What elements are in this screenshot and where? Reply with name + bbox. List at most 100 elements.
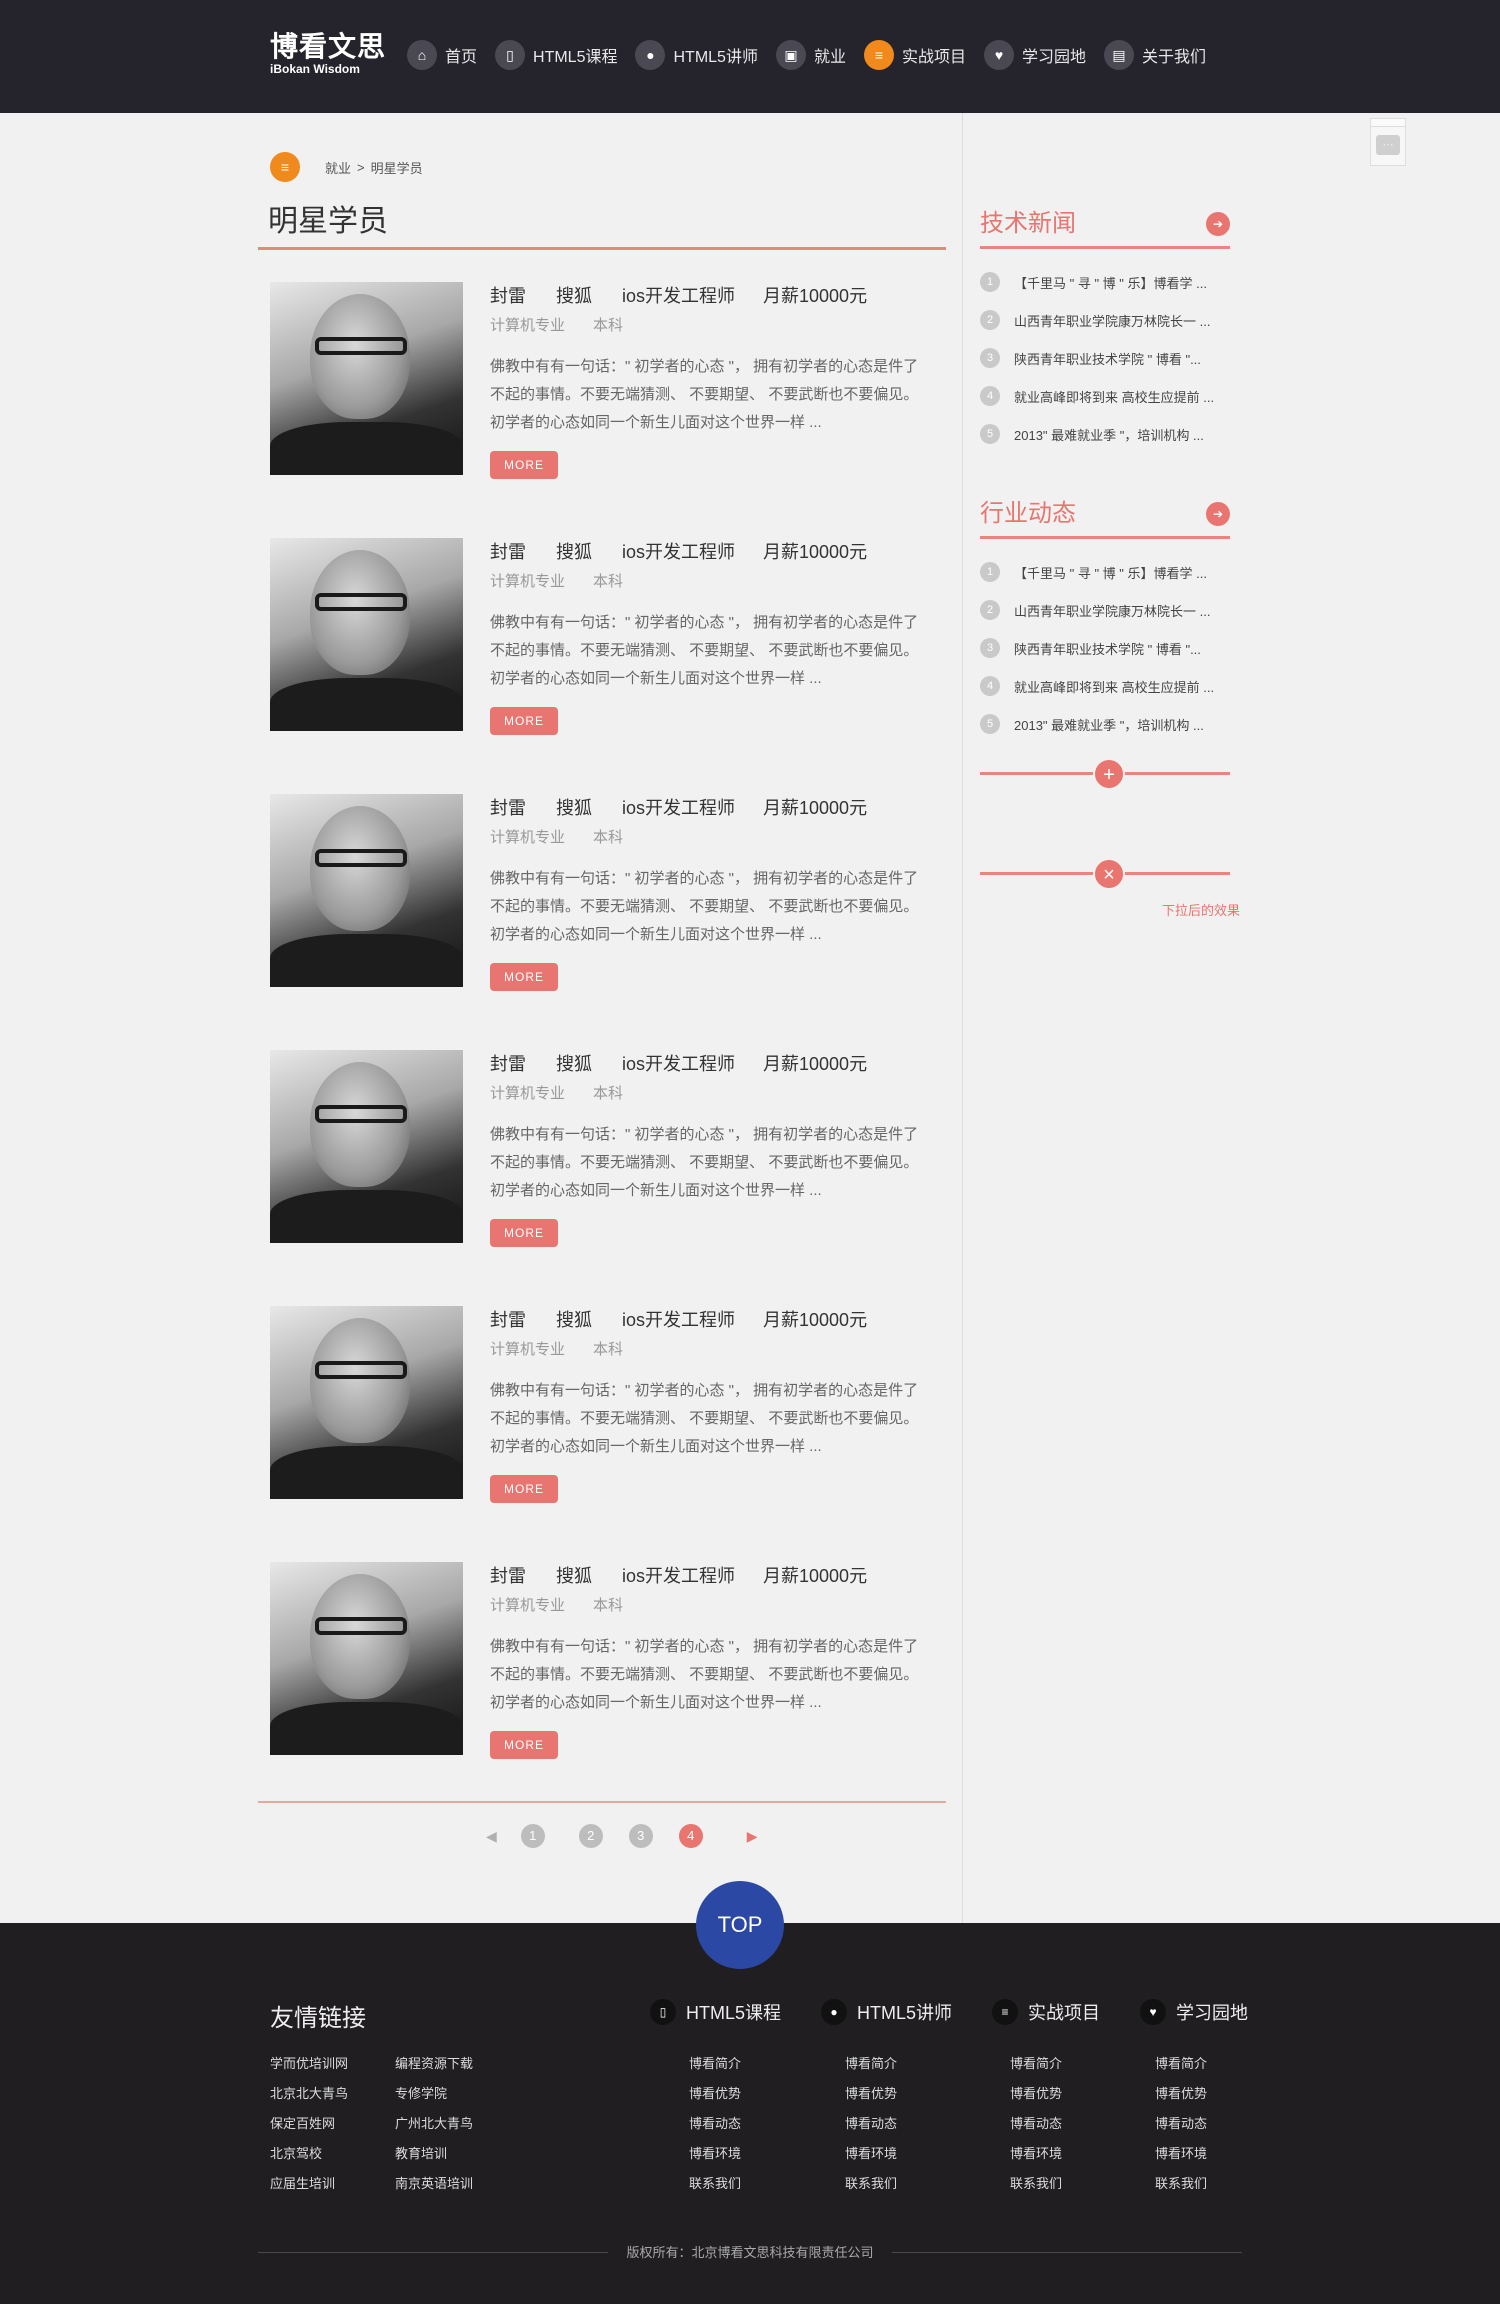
book-icon: ▯ bbox=[495, 40, 526, 70]
student-major: 计算机专业 bbox=[490, 1341, 566, 1358]
footer-link[interactable]: 博看简介 bbox=[1010, 2053, 1062, 2083]
footer-link[interactable]: 博看优势 bbox=[1010, 2083, 1062, 2113]
page-button-1[interactable]: 1 bbox=[520, 1824, 545, 1848]
friend-link[interactable]: 应届生培训 bbox=[270, 2173, 395, 2203]
sidebar-news-item[interactable]: 1 【千里马 " 寻 " 博 " 乐】博看学 ... bbox=[980, 553, 1230, 591]
footer-link[interactable]: 博看优势 bbox=[845, 2083, 897, 2113]
more-button[interactable]: MORE bbox=[490, 1219, 558, 1247]
footer-link[interactable]: 博看环境 bbox=[1155, 2143, 1207, 2173]
footer-link[interactable]: 博看动态 bbox=[845, 2113, 897, 2143]
page-button-4[interactable]: 4 bbox=[678, 1824, 703, 1848]
sidebar-news-item[interactable]: 2 山西青年职业学院康万林院长一 ... bbox=[980, 591, 1230, 629]
sidebar-news-item[interactable]: 2 山西青年职业学院康万林院长一 ... bbox=[980, 301, 1230, 339]
next-page-icon[interactable]: ▶ bbox=[747, 1828, 758, 1845]
student-card: 封雷 搜狐 ios开发工程师 月薪10000元 计算机专业 本科 佛教中有有一句话：" 初学… bbox=[270, 794, 940, 991]
student-major: 计算机专业 bbox=[490, 1597, 566, 1614]
footer-link[interactable]: 博看环境 bbox=[1010, 2143, 1062, 2173]
friend-link[interactable]: 北京北大青鸟 bbox=[270, 2083, 395, 2113]
footer-link[interactable]: 联系我们 bbox=[1155, 2173, 1207, 2203]
news-title: 山西青年职业学院康万林院长一 ... bbox=[1014, 603, 1211, 619]
footer-category[interactable]: ♥ 学习园地 bbox=[1140, 1999, 1248, 2025]
student-name: 封雷 bbox=[490, 798, 526, 818]
footer-link[interactable]: 博看环境 bbox=[689, 2143, 741, 2173]
student-name: 封雷 bbox=[490, 1054, 526, 1074]
footer-link[interactable]: 博看动态 bbox=[689, 2113, 741, 2143]
prev-page-icon[interactable]: ◀ bbox=[486, 1828, 497, 1845]
student-photo[interactable] bbox=[270, 1562, 463, 1755]
student-photo[interactable] bbox=[270, 282, 463, 475]
footer-category[interactable]: ▯ HTML5课程 bbox=[650, 1999, 781, 2025]
more-button[interactable]: MORE bbox=[490, 451, 558, 479]
nav-item-6[interactable]: ▤ 关于我们 bbox=[1104, 40, 1206, 70]
photo-glasses bbox=[315, 593, 407, 611]
nav-item-3[interactable]: ▣ 就业 bbox=[775, 40, 846, 70]
nav-item-4[interactable]: ≡ 实战项目 bbox=[863, 40, 966, 70]
friend-link[interactable]: 北京驾校 bbox=[270, 2143, 395, 2173]
nav-item-1[interactable]: ▯ HTML5课程 bbox=[495, 40, 617, 70]
footer-link[interactable]: 博看优势 bbox=[1155, 2083, 1207, 2113]
sidebar-news-item[interactable]: 4 就业高峰即将到来 高校生应提前 ... bbox=[980, 667, 1230, 705]
home-icon: ⌂ bbox=[407, 40, 437, 70]
footer-link[interactable]: 博看简介 bbox=[689, 2053, 741, 2083]
sidebar-news-item[interactable]: 3 陕西青年职业技术学院 " 博看 "... bbox=[980, 629, 1230, 667]
footer-categories: ▯ HTML5课程 ● HTML5讲师 ≡ 实战项目 ♥ 学习园地 bbox=[650, 1999, 1288, 2025]
footer-link[interactable]: 博看环境 bbox=[845, 2143, 897, 2173]
more-button[interactable]: MORE bbox=[490, 1731, 558, 1759]
footer-link[interactable]: 联系我们 bbox=[845, 2173, 897, 2203]
nav-item-0[interactable]: ⌂ 首页 bbox=[407, 40, 477, 70]
student-salary: 月薪10000元 bbox=[763, 542, 868, 562]
tech-news-divider bbox=[980, 246, 1230, 249]
expanded-note: 下拉后的效果 bbox=[1162, 903, 1241, 918]
nav-item-label: 实战项目 bbox=[901, 49, 966, 66]
student-photo[interactable] bbox=[270, 538, 463, 731]
page-button-2[interactable]: 2 bbox=[578, 1824, 603, 1848]
page-button-3[interactable]: 3 bbox=[628, 1824, 653, 1848]
friend-link[interactable]: 南京英语培训 bbox=[395, 2173, 520, 2203]
sidebar-news-item[interactable]: 5 2013" 最难就业季 "，培训机构 ... bbox=[980, 415, 1230, 453]
student-degree: 本科 bbox=[593, 317, 624, 334]
nav-item-2[interactable]: ● HTML5讲师 bbox=[635, 40, 758, 70]
industry-title[interactable]: 行业动态 bbox=[980, 493, 1076, 528]
nav-item-label: 关于我们 bbox=[1142, 49, 1207, 66]
footer-link[interactable]: 博看动态 bbox=[1155, 2113, 1207, 2143]
photo-head bbox=[310, 806, 410, 931]
feedback-widget[interactable]: ··· bbox=[1370, 118, 1406, 166]
sidebar-news-item[interactable]: 5 2013" 最难就业季 "，培训机构 ... bbox=[980, 705, 1230, 743]
expand-button[interactable]: + bbox=[1093, 758, 1125, 790]
sidebar-news-item[interactable]: 4 就业高峰即将到来 高校生应提前 ... bbox=[980, 377, 1230, 415]
footer-link[interactable]: 博看优势 bbox=[689, 2083, 741, 2113]
student-major: 计算机专业 bbox=[490, 317, 566, 334]
back-to-top-button[interactable]: TOP bbox=[696, 1881, 784, 1969]
friend-link[interactable]: 学而优培训网 bbox=[270, 2053, 395, 2083]
site-logo[interactable]: 博看文思 iBokan Wisdom bbox=[270, 32, 386, 77]
tech-news-title[interactable]: 技术新闻 bbox=[980, 203, 1076, 238]
more-button[interactable]: MORE bbox=[490, 1475, 558, 1503]
student-photo[interactable] bbox=[270, 794, 463, 987]
footer-link[interactable]: 联系我们 bbox=[1010, 2173, 1062, 2203]
footer-link[interactable]: 博看动态 bbox=[1010, 2113, 1062, 2143]
sidebar-news-item[interactable]: 1 【千里马 " 寻 " 博 " 乐】博看学 ... bbox=[980, 263, 1230, 301]
more-button[interactable]: MORE bbox=[490, 963, 558, 991]
nav-item-5[interactable]: ♥ 学习园地 bbox=[983, 40, 1086, 70]
breadcrumb-parent-link[interactable]: 就业 bbox=[325, 158, 351, 177]
arrow-right-icon[interactable]: ➔ bbox=[1206, 212, 1230, 236]
friend-link[interactable]: 保定百姓网 bbox=[270, 2113, 395, 2143]
footer-category[interactable]: ● HTML5讲师 bbox=[821, 1999, 952, 2025]
footer-category[interactable]: ≡ 实战项目 bbox=[992, 1999, 1100, 2025]
collapse-button[interactable]: × bbox=[1093, 858, 1125, 890]
footer-link[interactable]: 博看简介 bbox=[1155, 2053, 1207, 2083]
footer-link[interactable]: 联系我们 bbox=[689, 2173, 741, 2203]
arrow-right-icon[interactable]: ➔ bbox=[1206, 502, 1230, 526]
photo-shirt bbox=[270, 422, 463, 475]
footer-link[interactable]: 博看简介 bbox=[845, 2053, 897, 2083]
student-photo[interactable] bbox=[270, 1050, 463, 1243]
photo-glasses bbox=[315, 337, 407, 355]
friend-link[interactable]: 广州北大青鸟 bbox=[395, 2113, 520, 2143]
friend-link[interactable]: 编程资源下载 bbox=[395, 2053, 520, 2083]
more-button[interactable]: MORE bbox=[490, 707, 558, 735]
friend-link[interactable]: 专修学院 bbox=[395, 2083, 520, 2113]
sidebar-news-item[interactable]: 3 陕西青年职业技术学院 " 博看 "... bbox=[980, 339, 1230, 377]
student-card: 封雷 搜狐 ios开发工程师 月薪10000元 计算机专业 本科 佛教中有有一句话：" 初学… bbox=[270, 282, 940, 479]
friend-link[interactable]: 教育培训 bbox=[395, 2143, 520, 2173]
student-photo[interactable] bbox=[270, 1306, 463, 1499]
